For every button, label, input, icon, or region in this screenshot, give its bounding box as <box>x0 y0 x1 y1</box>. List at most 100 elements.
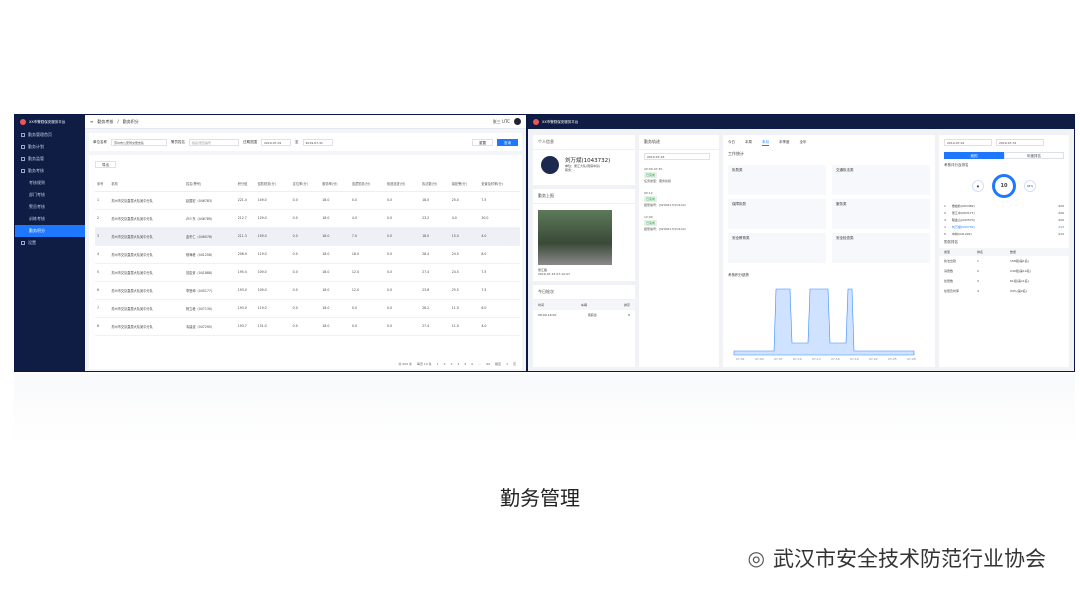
table-cell: 0.0 <box>349 191 385 210</box>
toggle-mine[interactable]: 我的 <box>944 152 1004 159</box>
user-name[interactable]: 张三 UTC <box>493 119 510 125</box>
rank-row[interactable]: 1 楼峻岭(063482) 220 <box>939 202 1069 209</box>
search-button[interactable]: 查询 <box>497 138 518 146</box>
pager-page[interactable]: 3 <box>451 362 453 366</box>
pager-page[interactable]: … <box>478 362 481 366</box>
pager-page[interactable]: 4 <box>457 362 459 366</box>
table-cell: 18.0 <box>320 281 350 300</box>
column-header[interactable]: 积分值 <box>235 177 256 192</box>
sidebar-item[interactable]: 勤务管理首页 <box>15 129 85 141</box>
table-cell: 7.5 <box>479 281 520 300</box>
table-row[interactable]: 5 苏州市交队直属大队吴中分队 范岩景（041888） 195.4 109.0 0.0 18… <box>95 263 520 282</box>
start-date[interactable]: 2019-07-01 <box>261 138 291 146</box>
tab-2[interactable]: 本月 <box>762 140 769 146</box>
pager-page[interactable]: 2 <box>444 362 446 366</box>
sidebar-item[interactable]: 考核规则 <box>15 177 85 189</box>
table-cell: 4 <box>95 245 110 264</box>
column-header[interactable]: 街道巡查(分) <box>385 177 421 192</box>
rank-cell: 吴江中(063177) <box>951 210 975 215</box>
column-header[interactable]: 服务率(分) <box>320 177 350 192</box>
sidebar-item-label: 部门考核 <box>29 192 45 197</box>
toggle-annual[interactable]: 年度排名 <box>1004 152 1064 159</box>
date-range: 2019-07-01 2019-07-31 <box>939 135 1069 150</box>
table-cell: 18.0 <box>320 317 350 336</box>
table-row[interactable]: 2 苏州市交队直属大队吴中分队 卢少东（046789） 212.7 129.0 0.0 18… <box>95 209 520 228</box>
sidebar-item[interactable]: 勤务监管 <box>15 153 85 165</box>
column-header[interactable]: 执法数(分) <box>420 177 450 192</box>
rank-cell: 3 <box>944 217 946 222</box>
column-header[interactable]: 接处警(分) <box>449 177 480 192</box>
attend-row[interactable]: 请警数 2 240组(第10名) <box>939 266 1069 276</box>
column-header[interactable]: 巡逻勤务(分) <box>349 177 385 192</box>
filter-bar: 单位名称 苏州市公安局交警支队 警员姓名 姓名/警员编号 日期范围 2019-0… <box>89 133 522 151</box>
attend-row[interactable]: 处警及时率 4 94%(第2名) <box>939 286 1069 296</box>
end-date[interactable]: 2019-07-31 <box>302 138 333 146</box>
x-tick-label: 07-28 <box>907 357 916 361</box>
menu-toggle-icon[interactable]: ≡ <box>90 119 93 124</box>
column-header[interactable]: 序号 <box>95 177 110 192</box>
track-item[interactable]: 09:12 已完成 报警编号：J3200517(SO1A0) <box>639 187 719 211</box>
track-date[interactable]: 2019-07-16 <box>644 153 710 160</box>
table-row[interactable]: 7 苏州市交队直属大队吴中分队 杨立峰（047130） 193.0 119.0 0.0 18… <box>95 299 520 318</box>
pager-input[interactable]: 1 <box>506 362 508 366</box>
tab-4[interactable]: 全年 <box>800 140 807 146</box>
rank-list: 1 楼峻岭(063482) 220 2 吴江中(063177) 220 3 程金山(04357… <box>939 202 1069 237</box>
track-item[interactable]: 12:00 已完成 报警编号：J3200517(SO1A0) <box>639 211 719 235</box>
sidebar-item[interactable]: 部门考核 <box>15 189 85 201</box>
tab-1[interactable]: 本周 <box>745 140 752 146</box>
table-cell: 7.0 <box>349 227 385 246</box>
duty-photo[interactable] <box>538 210 612 265</box>
today-row[interactable]: 08:00-16:00 南麻巡 8 <box>533 310 635 320</box>
pager-page[interactable]: 99 <box>486 362 490 366</box>
column-header[interactable]: 处置及时率(分) <box>479 177 520 192</box>
table-cell: 7.5 <box>479 263 520 282</box>
sidebar-item[interactable]: 设置 <box>15 237 85 249</box>
column-header[interactable]: 定位率(分) <box>290 177 321 192</box>
sidebar-item-label: 勤务考核 <box>28 168 44 173</box>
pager-page[interactable]: 6 <box>471 362 473 366</box>
rank-row[interactable]: 3 程金山(043570) 220 <box>939 216 1069 223</box>
table-cell: 23.2 <box>420 209 450 228</box>
date-from[interactable]: 2019-07-01 <box>944 139 992 146</box>
table-row[interactable]: 1 苏州市交队直属大队吴中分队 赵国宏（046783） 221.4 149.0 0.0 18… <box>95 191 520 210</box>
col-time: 时间 <box>538 303 545 307</box>
track-timeline: 20:00-07:30 已完成 任务类型：服务执勤 09:12 已完成 报警编号：J320… <box>639 163 719 235</box>
tab-0[interactable]: 今日 <box>728 140 735 146</box>
table-cell: 193.7 <box>235 317 256 336</box>
table-row[interactable]: 8 苏州市交队直属大队吴中分队 韦建波（047295） 193.7 131.0 0.0 18… <box>95 317 520 336</box>
rank-row[interactable]: 4 刘万斌(043732) 213 <box>939 223 1069 230</box>
track-item[interactable]: 20:00-07:30 已完成 任务类型：服务执勤 <box>639 163 719 187</box>
table-cell: 109.0 <box>255 263 291 282</box>
table-cell: 4.0 <box>479 227 520 246</box>
pager-size[interactable]: 每页 10 条 <box>417 362 432 366</box>
table-row[interactable]: 6 苏州市交队直属大队吴中分队 李慧坤（045177） 193.0 109.0 0.0 18… <box>95 281 520 300</box>
unit-select[interactable]: 苏州市公安局交警支队 <box>111 138 167 146</box>
rank-row[interactable]: 5 中林(041292) 212 <box>939 230 1069 237</box>
table-cell: 0.0 <box>385 227 421 246</box>
sidebar-item[interactable]: 勤务考核 <box>15 165 85 177</box>
date-to[interactable]: 2019-07-31 <box>996 139 1044 146</box>
column-header[interactable]: 机构 <box>109 177 184 192</box>
rank-row[interactable]: 2 吴江中(063177) 220 <box>939 209 1069 216</box>
sidebar-item[interactable]: 勤务计划 <box>15 141 85 153</box>
avatar[interactable] <box>514 118 521 125</box>
name-input[interactable]: 姓名/警员编号 <box>189 138 239 146</box>
table-row[interactable]: 4 苏州市交队直属大队吴中分队 杨海峰（041256） 206.9 119.0 0.0 18… <box>95 245 520 264</box>
table-row[interactable]: 3 苏州市交队直属大队吴中分队 金冬仁（046578） 211.3 159.0 0.0 18… <box>95 227 520 246</box>
tab-3[interactable]: 本季度 <box>779 140 790 146</box>
sidebar-item[interactable]: 警员考核 <box>15 201 85 213</box>
reset-button[interactable]: 重置 <box>472 138 493 146</box>
table-cell: 221.4 <box>235 191 256 210</box>
export-button[interactable]: 导出 <box>95 161 116 168</box>
sidebar-item[interactable]: 勤务积分 <box>15 225 85 237</box>
column-header[interactable]: 巡防勤务(分) <box>255 177 291 192</box>
attend-row[interactable]: 执法出勤 1 158组(第1名) <box>939 256 1069 266</box>
attend-row[interactable]: 处警数 3 61组(第11名) <box>939 276 1069 286</box>
pager-page[interactable]: 5 <box>464 362 466 366</box>
sidebar-item[interactable]: 训练考核 <box>15 213 85 225</box>
pager-page[interactable]: 1 <box>437 362 439 366</box>
today-card: 今日轮次 时间 车辆 排序 08:00-16:00 南麻巡 8 <box>533 285 635 367</box>
breadcrumb-section[interactable]: 勤务考核 <box>97 119 113 125</box>
column-header[interactable]: 姓名(警号) <box>183 177 236 192</box>
table-cell: 18.0 <box>320 191 350 210</box>
